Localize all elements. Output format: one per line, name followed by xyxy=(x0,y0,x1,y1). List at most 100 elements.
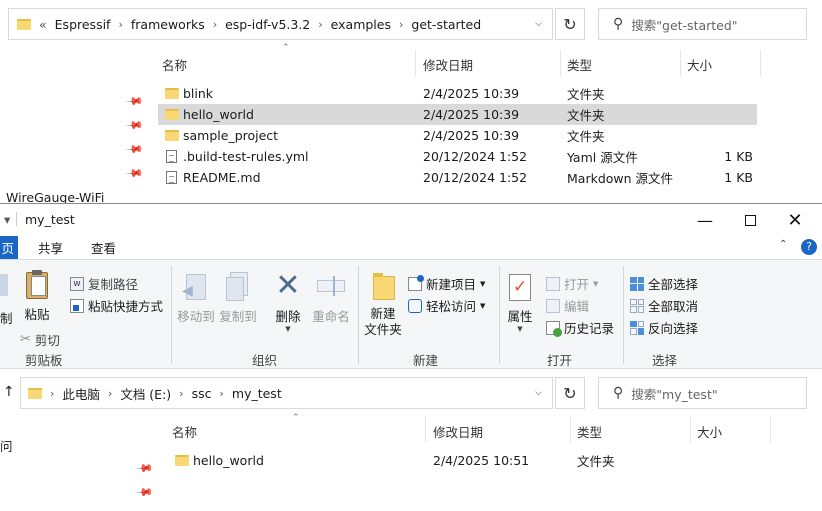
invert-selection-label: 反向选择 xyxy=(648,321,699,336)
chevron-right-icon[interactable]: › xyxy=(219,387,223,400)
group-label-select: 选择 xyxy=(652,353,678,368)
collapse-ribbon-icon[interactable]: ⌃ xyxy=(779,239,787,250)
chevron-right-icon[interactable]: › xyxy=(108,387,112,400)
tab-share[interactable]: 共享 xyxy=(38,238,63,257)
file-row[interactable]: blink 2/4/2025 10:39 文件夹 xyxy=(158,83,757,104)
file-date: 2/4/2025 10:39 xyxy=(423,107,520,122)
address-overflow[interactable]: « xyxy=(39,17,47,32)
paste-shortcut-label: 粘贴快捷方式 xyxy=(88,299,164,314)
crumb-get-started[interactable]: get-started xyxy=(411,17,481,32)
column-header-size[interactable]: 大小 xyxy=(687,55,712,74)
easy-access-button[interactable]: 轻松访问 ▼ xyxy=(408,296,485,315)
file-row[interactable]: .build-test-rules.yml 20/12/2024 1:52 Yaml… xyxy=(158,146,757,167)
chevron-down-icon: ▼ xyxy=(285,325,291,333)
crumb-this-pc[interactable]: 此电脑 xyxy=(62,384,100,403)
file-row[interactable]: hello_world 2/4/2025 10:51 文件夹 xyxy=(168,450,767,471)
ribbon: 制 粘贴 W 复制路径 粘贴快捷方式 ✂ 剪切 剪贴板 ◀ 移动到 复制到 ✕ … xyxy=(0,259,822,369)
column-header-date[interactable]: 修改日期 xyxy=(433,422,483,441)
crumb-my-test[interactable]: my_test xyxy=(232,386,282,401)
file-type: 文件夹 xyxy=(567,129,605,144)
copy-partial[interactable]: 制 xyxy=(0,308,13,327)
copy-path-button[interactable]: W 复制路径 xyxy=(70,274,138,293)
refresh-button[interactable]: ↻ xyxy=(555,8,585,40)
back-search-input[interactable]: ⚲ 搜索"get-started" xyxy=(598,8,807,40)
history-icon xyxy=(546,320,562,337)
crumb-esp-idf[interactable]: esp-idf-v5.3.2 xyxy=(225,17,310,32)
close-button[interactable]: ✕ xyxy=(772,204,818,236)
pin-icon[interactable]: 📌 xyxy=(125,164,144,183)
crumb-examples[interactable]: examples xyxy=(331,17,391,32)
window-title: my_test xyxy=(25,212,75,227)
chevron-right-icon[interactable]: › xyxy=(318,18,322,31)
rename-button[interactable]: 重命名 xyxy=(310,272,352,325)
file-name: blink xyxy=(183,86,214,101)
properties-button[interactable]: ✓ 属性 ▼ xyxy=(503,272,537,333)
column-header-type[interactable]: 类型 xyxy=(567,55,592,74)
front-address-bar[interactable]: › 此电脑 › 文档 (E:) › ssc › my_test ⌵ xyxy=(20,377,553,409)
properties-icon: ✓ xyxy=(506,272,534,302)
maximize-icon xyxy=(744,214,756,226)
refresh-button[interactable]: ↻ xyxy=(555,377,585,409)
history-button[interactable]: 历史记录 xyxy=(546,318,614,337)
select-all-button[interactable]: 全部选择 xyxy=(630,274,698,293)
minimize-button[interactable]: — xyxy=(682,204,728,236)
crumb-frameworks[interactable]: frameworks xyxy=(131,17,205,32)
file-date: 20/12/2024 1:52 xyxy=(423,170,528,185)
crumb-espressif[interactable]: Espressif xyxy=(55,17,111,32)
sidebar-item-partial[interactable]: 问 xyxy=(0,436,13,455)
chevron-right-icon[interactable]: › xyxy=(50,387,54,400)
paste-button[interactable]: 粘贴 xyxy=(20,270,54,323)
new-item-button[interactable]: 新建项目 ▼ xyxy=(408,274,485,293)
maximize-button[interactable] xyxy=(727,204,773,236)
paste-shortcut-icon xyxy=(70,298,84,313)
chevron-down-icon[interactable]: ⌵ xyxy=(535,19,542,29)
close-icon: ✕ xyxy=(787,209,803,231)
chevron-right-icon[interactable]: › xyxy=(213,18,217,31)
pin-icon[interactable]: 📌 xyxy=(135,459,154,478)
cut-button[interactable]: ✂ 剪切 xyxy=(20,330,60,349)
help-icon[interactable]: ? xyxy=(801,239,817,255)
rename-label: 重命名 xyxy=(312,309,350,324)
pin-icon[interactable]: 📌 xyxy=(125,140,144,159)
pin-icon[interactable]: 📌 xyxy=(125,92,144,111)
pin-to-quick-access-partial[interactable] xyxy=(0,274,8,296)
chevron-down-icon[interactable]: ⌵ xyxy=(535,388,542,398)
column-header-name[interactable]: 名称 xyxy=(162,55,187,74)
edit-button[interactable]: 编辑 xyxy=(546,296,589,315)
rename-icon xyxy=(317,272,345,302)
move-to-button[interactable]: ◀ 移动到 xyxy=(176,272,216,325)
up-arrow-icon[interactable]: ↑ xyxy=(3,384,15,400)
crumb-ssc[interactable]: ssc xyxy=(192,386,212,401)
delete-button[interactable]: ✕ 删除 ▼ xyxy=(270,271,306,334)
select-none-button[interactable]: 全部取消 xyxy=(630,296,698,315)
column-header-size[interactable]: 大小 xyxy=(697,422,722,441)
new-folder-button[interactable]: 新建 文件夹 xyxy=(363,272,403,338)
chevron-right-icon[interactable]: › xyxy=(399,18,403,31)
file-date: 2/4/2025 10:39 xyxy=(423,86,520,101)
copy-to-button[interactable]: 复制到 xyxy=(218,272,258,325)
pin-icon[interactable]: 📌 xyxy=(135,483,154,502)
file-row[interactable]: hello_world 2/4/2025 10:39 文件夹 xyxy=(158,104,757,125)
column-header-date[interactable]: 修改日期 xyxy=(423,55,473,74)
search-placeholder: 搜索"get-started" xyxy=(631,17,738,33)
tab-file[interactable]: 页 xyxy=(0,236,18,259)
folder-icon xyxy=(17,18,31,30)
open-button[interactable]: 打开 ▼ xyxy=(546,274,598,293)
chevron-right-icon[interactable]: › xyxy=(179,387,183,400)
pin-icon[interactable]: 📌 xyxy=(125,116,144,135)
chevron-right-icon[interactable]: › xyxy=(118,18,122,31)
file-date: 2/4/2025 10:39 xyxy=(423,128,520,143)
invert-selection-button[interactable]: 反向选择 xyxy=(630,318,698,337)
file-row[interactable]: sample_project 2/4/2025 10:39 文件夹 xyxy=(158,125,757,146)
crumb-documents-e[interactable]: 文档 (E:) xyxy=(120,384,171,403)
file-icon xyxy=(166,150,177,163)
title-bar[interactable]: ▾ my_test — ✕ xyxy=(0,204,822,236)
front-search-input[interactable]: ⚲ 搜索"my_test" xyxy=(598,377,807,409)
tab-view[interactable]: 查看 xyxy=(91,238,116,257)
paste-shortcut-button[interactable]: 粘贴快捷方式 xyxy=(70,296,163,315)
back-address-bar[interactable]: « Espressif › frameworks › esp-idf-v5.3.… xyxy=(8,8,553,40)
column-header-type[interactable]: 类型 xyxy=(577,422,602,441)
file-row[interactable]: README.md 20/12/2024 1:52 Markdown 源文件 1 KB xyxy=(158,167,757,188)
group-label-clipboard: 剪贴板 xyxy=(25,353,63,368)
column-header-name[interactable]: 名称 xyxy=(172,422,197,441)
